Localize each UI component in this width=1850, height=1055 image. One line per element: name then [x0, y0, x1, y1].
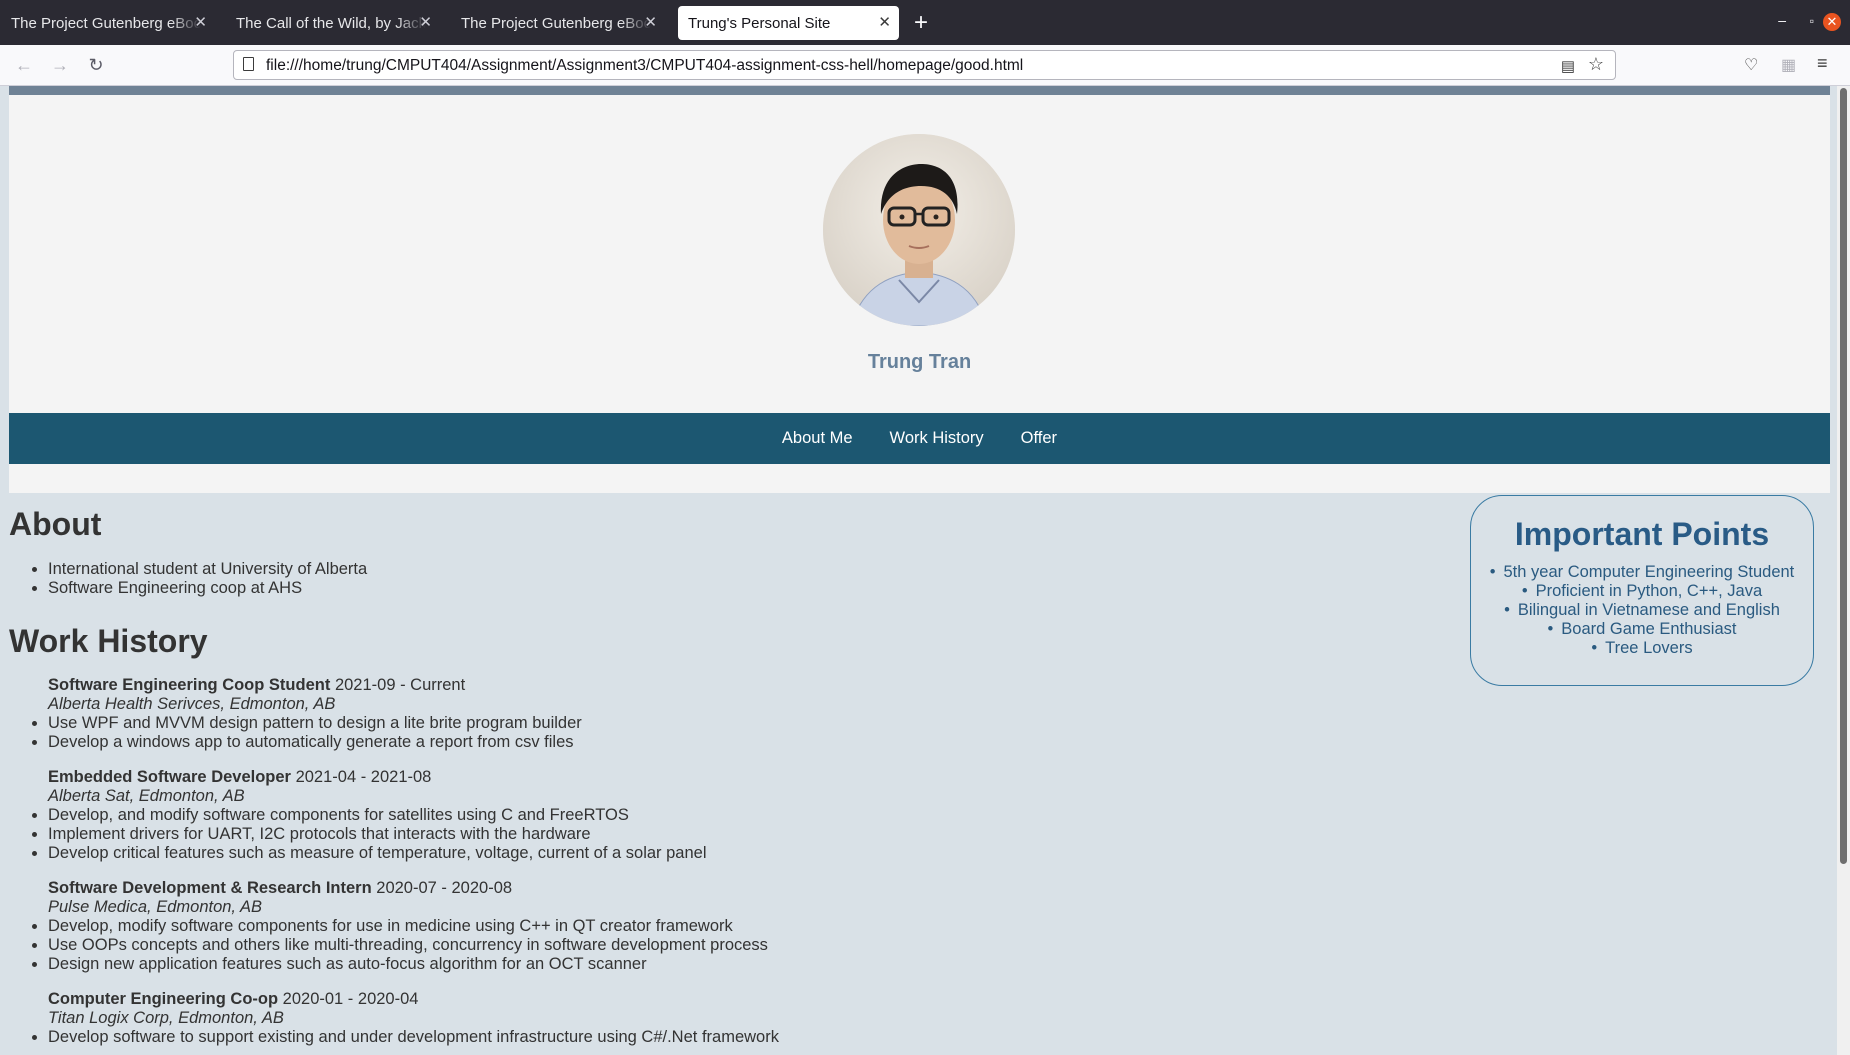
- new-tab-plus-icon[interactable]: +: [908, 10, 934, 36]
- page-icon: [243, 57, 254, 71]
- job-title: Computer Engineering Co-op: [48, 990, 279, 1008]
- job-company: Titan Logix Corp, Edmonton, AB: [48, 1009, 284, 1027]
- browser-tab[interactable]: The Call of the Wild, by Jack ✕: [225, 6, 440, 40]
- pocket-icon[interactable]: ♡: [1744, 55, 1758, 75]
- job-title: Software Development & Research Intern: [48, 879, 372, 897]
- url-bar[interactable]: file:///home/trung/CMPUT404/Assignment/A…: [233, 50, 1616, 80]
- job-bullets: Develop, modify software components for …: [9, 917, 768, 974]
- browser-tab-active[interactable]: Trung's Personal Site ✕: [678, 6, 899, 40]
- scrollbar-thumb[interactable]: [1840, 88, 1847, 864]
- tab-close-icon[interactable]: ✕: [644, 13, 657, 31]
- tab-title: The Project Gutenberg eBoo: [461, 14, 651, 32]
- job-entry: Software Development & Research Intern 2…: [9, 879, 768, 974]
- list-item: Use WPF and MVVM design pattern to desig…: [48, 714, 582, 733]
- list-item: Bilingual in Vietnamese and English: [1471, 601, 1813, 620]
- tab-title: The Project Gutenberg eBoo: [11, 14, 201, 32]
- list-item: Develop, and modify software components …: [48, 806, 707, 825]
- restore-icon[interactable]: ▫: [1810, 14, 1814, 28]
- browser-tab-bar: The Project Gutenberg eBoo ✕ The Call of…: [0, 0, 1850, 45]
- work-history-heading: Work History: [9, 623, 208, 659]
- about-list: International student at University of A…: [9, 560, 367, 598]
- job-company: Pulse Medica, Edmonton, AB: [48, 898, 263, 916]
- job-entry: Embedded Software Developer 2021-04 - 20…: [9, 768, 707, 863]
- important-points-heading: Important Points: [1514, 516, 1770, 552]
- site-header: Trung Tran About Me Work History Offer: [9, 86, 1830, 493]
- job-dates: 2021-09 - Current: [334, 676, 466, 694]
- list-item: International student at University of A…: [48, 560, 367, 579]
- about-heading: About: [9, 506, 102, 542]
- avatar: [823, 134, 1015, 326]
- bookmark-star-icon[interactable]: ☆: [1588, 54, 1604, 75]
- nav-link-about-me[interactable]: About Me: [782, 429, 853, 448]
- browser-tab[interactable]: The Project Gutenberg eBoo ✕: [0, 6, 215, 40]
- list-item: Use OOPs concepts and others like multi-…: [48, 936, 768, 955]
- forward-arrow-icon[interactable]: →: [48, 54, 72, 76]
- important-points-card: Important Points 5th year Computer Engin…: [1470, 495, 1814, 686]
- nav-link-work-history[interactable]: Work History: [890, 429, 984, 448]
- site-owner-name: Trung Tran: [867, 351, 972, 373]
- job-bullets: Develop, and modify software components …: [9, 806, 707, 863]
- top-strip: [9, 86, 1830, 95]
- page-viewport: Trung Tran About Me Work History Offer A…: [0, 86, 1850, 1055]
- tab-close-icon[interactable]: ✕: [194, 13, 207, 31]
- job-bullets: Use WPF and MVVM design pattern to desig…: [9, 714, 582, 752]
- avatar-portrait: [823, 134, 1015, 326]
- list-item: Develop critical features such as measur…: [48, 844, 707, 863]
- tab-title: Trung's Personal Site: [688, 14, 831, 32]
- list-item: Develop, modify software components for …: [48, 917, 768, 936]
- job-dates: 2020-07 - 2020-08: [376, 879, 513, 897]
- important-points-list: 5th year Computer Engineering Student Pr…: [1471, 563, 1813, 658]
- back-arrow-icon[interactable]: ←: [12, 54, 36, 76]
- list-item: Develop software to support existing and…: [48, 1028, 779, 1047]
- reader-view-icon[interactable]: ▤: [1561, 57, 1575, 75]
- list-item: Board Game Enthusiast: [1471, 620, 1813, 639]
- job-bullets: Develop software to support existing and…: [9, 1028, 779, 1047]
- tab-close-icon[interactable]: ✕: [878, 13, 891, 31]
- job-entry: Computer Engineering Co-op 2020-01 - 202…: [9, 990, 779, 1047]
- minimize-icon[interactable]: –: [1778, 12, 1786, 28]
- job-title: Embedded Software Developer: [48, 768, 291, 786]
- tab-close-icon[interactable]: ✕: [419, 13, 432, 31]
- list-item: Implement drivers for UART, I2C protocol…: [48, 825, 707, 844]
- job-title: Software Engineering Coop Student: [48, 676, 331, 694]
- list-item: Software Engineering coop at AHS: [48, 579, 367, 598]
- job-dates: 2021-04 - 2021-08: [295, 768, 432, 786]
- browser-tab[interactable]: The Project Gutenberg eBoo ✕: [450, 6, 665, 40]
- browser-nav-bar: ← → ↻ file:///home/trung/CMPUT404/Assign…: [0, 45, 1850, 86]
- job-company: Alberta Health Serivces, Edmonton, AB: [48, 695, 336, 713]
- list-item: Develop a windows app to automatically g…: [48, 733, 582, 752]
- reload-icon[interactable]: ↻: [84, 54, 108, 76]
- list-item: 5th year Computer Engineering Student: [1471, 563, 1813, 582]
- job-company: Alberta Sat, Edmonton, AB: [48, 787, 245, 805]
- list-item: Tree Lovers: [1471, 639, 1813, 658]
- list-item: Proficient in Python, C++, Java: [1471, 582, 1813, 601]
- job-entry: Software Engineering Coop Student 2021-0…: [9, 676, 582, 752]
- job-dates: 2020-01 - 2020-04: [282, 990, 419, 1008]
- menu-hamburger-icon[interactable]: ≡: [1817, 53, 1828, 74]
- tab-title: The Call of the Wild, by Jack: [236, 14, 426, 32]
- list-item: Design new application features such as …: [48, 955, 768, 974]
- extension-icon[interactable]: ▦: [1781, 55, 1796, 75]
- site-nav: About Me Work History Offer: [9, 413, 1830, 464]
- close-window-icon[interactable]: ✕: [1823, 13, 1841, 31]
- url-text[interactable]: file:///home/trung/CMPUT404/Assignment/A…: [266, 57, 1023, 75]
- page-scrollbar[interactable]: [1837, 86, 1850, 1055]
- nav-link-offer[interactable]: Offer: [1021, 429, 1057, 448]
